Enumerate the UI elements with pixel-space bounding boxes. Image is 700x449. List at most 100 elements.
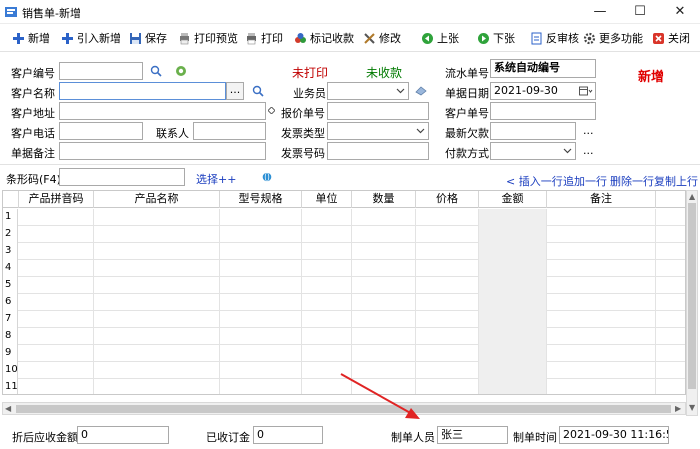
grid-cell[interactable] xyxy=(19,345,94,362)
unaudit-button[interactable]: 反审核 xyxy=(530,29,579,47)
grid-cell[interactable] xyxy=(19,311,94,328)
grid-cell[interactable] xyxy=(416,345,479,362)
grid-cell[interactable] xyxy=(19,226,94,243)
grid-cell[interactable] xyxy=(352,294,416,311)
grid-cell[interactable] xyxy=(416,260,479,277)
select-products-link[interactable]: 选择++ xyxy=(196,171,236,187)
grid-cell[interactable] xyxy=(94,328,220,345)
grid-cell[interactable] xyxy=(19,362,94,379)
grid-cell[interactable] xyxy=(479,294,547,311)
horizontal-scroll-thumb[interactable] xyxy=(16,405,671,413)
grid-cell[interactable] xyxy=(416,209,479,226)
customer-code-input[interactable] xyxy=(59,62,143,80)
search-icon[interactable] xyxy=(150,65,162,77)
grid-cell[interactable] xyxy=(352,226,416,243)
mark-collection-button[interactable]: 标记收款 xyxy=(294,29,354,47)
table-row[interactable]: 6 xyxy=(3,294,685,311)
grid-cell[interactable] xyxy=(416,243,479,260)
grid-cell[interactable] xyxy=(352,345,416,362)
column-header[interactable]: 型号规格 xyxy=(220,191,302,208)
grid-cell[interactable] xyxy=(94,311,220,328)
close-window-button[interactable]: ✕ xyxy=(660,0,700,24)
grid-cell[interactable] xyxy=(302,328,352,345)
table-row[interactable]: 11 xyxy=(3,379,685,394)
maximize-button[interactable]: ☐ xyxy=(620,0,660,24)
grid-cell[interactable] xyxy=(19,243,94,260)
date-picker[interactable]: 2021-09-30 xyxy=(490,82,596,100)
copy-row-link[interactable]: 复制上行 xyxy=(654,173,698,189)
grid-cell[interactable] xyxy=(547,260,656,277)
grid-cell[interactable] xyxy=(352,260,416,277)
grid-cell[interactable] xyxy=(416,226,479,243)
deposit-input[interactable]: 0 xyxy=(253,426,323,444)
product-grid[interactable]: 产品拼音码 产品名称 型号规格 单位 数量 价格 金额 备注 123456789… xyxy=(2,190,686,395)
grid-cell[interactable] xyxy=(220,328,302,345)
payment-more-button[interactable]: ... xyxy=(583,144,594,157)
customer-name-picker-button[interactable]: ... xyxy=(226,82,244,100)
grid-cell[interactable] xyxy=(352,277,416,294)
grid-cell[interactable] xyxy=(220,243,302,260)
grid-cell[interactable] xyxy=(547,311,656,328)
latest-debt-input[interactable] xyxy=(490,122,576,140)
print-button[interactable]: 打印 xyxy=(245,29,283,47)
latest-debt-more-button[interactable]: ... xyxy=(583,124,594,137)
grid-cell[interactable] xyxy=(547,328,656,345)
column-header[interactable]: 金额 xyxy=(479,191,547,208)
grid-cell[interactable] xyxy=(94,243,220,260)
column-header[interactable]: 单位 xyxy=(302,191,352,208)
grid-cell[interactable] xyxy=(302,362,352,379)
salesperson-select[interactable] xyxy=(327,82,409,100)
invoice-type-select[interactable] xyxy=(327,122,429,140)
search-icon[interactable] xyxy=(252,85,264,97)
grid-cell[interactable] xyxy=(220,277,302,294)
grid-cell[interactable] xyxy=(19,328,94,345)
insert-row-link[interactable]: < 插入一行 xyxy=(506,173,563,189)
grid-cell[interactable] xyxy=(547,294,656,311)
table-row[interactable]: 7 xyxy=(3,311,685,328)
grid-cell[interactable] xyxy=(302,243,352,260)
column-header[interactable]: 价格 xyxy=(416,191,479,208)
grid-cell[interactable] xyxy=(302,311,352,328)
grid-cell[interactable] xyxy=(479,226,547,243)
close-button[interactable]: 关闭 xyxy=(652,29,690,47)
grid-cell[interactable] xyxy=(94,379,220,394)
grid-cell[interactable] xyxy=(220,209,302,226)
print-preview-button[interactable]: 打印预览 xyxy=(178,29,238,47)
grid-cell[interactable] xyxy=(302,260,352,277)
more-functions-button[interactable]: 更多功能 xyxy=(583,29,643,47)
make-time-input[interactable]: 2021-09-30 11:16:52 xyxy=(559,426,669,444)
grid-cell[interactable] xyxy=(416,294,479,311)
grid-cell[interactable] xyxy=(416,362,479,379)
remark-input[interactable] xyxy=(59,142,266,160)
grid-cell[interactable] xyxy=(19,277,94,294)
table-row[interactable]: 5 xyxy=(3,277,685,294)
grid-cell[interactable] xyxy=(19,294,94,311)
grid-cell[interactable] xyxy=(479,362,547,379)
scroll-right-icon[interactable]: ▶ xyxy=(675,404,681,414)
grid-cell[interactable] xyxy=(94,362,220,379)
grid-cell[interactable] xyxy=(94,294,220,311)
column-header[interactable]: 产品名称 xyxy=(94,191,220,208)
serial-no-input[interactable]: 系统自动编号 xyxy=(490,59,596,78)
grid-cell[interactable] xyxy=(220,311,302,328)
discount-amount-input[interactable]: 0 xyxy=(77,426,169,444)
table-row[interactable]: 2 xyxy=(3,226,685,243)
grid-cell[interactable] xyxy=(479,260,547,277)
grid-cell[interactable] xyxy=(94,345,220,362)
column-header[interactable]: 数量 xyxy=(352,191,416,208)
vertical-scroll-thumb[interactable] xyxy=(688,203,696,389)
invoice-no-input[interactable] xyxy=(327,142,429,160)
column-header[interactable]: 备注 xyxy=(547,191,656,208)
grid-cell[interactable] xyxy=(302,209,352,226)
barcode-input[interactable] xyxy=(59,168,185,186)
globe-icon[interactable] xyxy=(262,172,272,182)
grid-cell[interactable] xyxy=(479,209,547,226)
vertical-scrollbar[interactable]: ▲ ▼ xyxy=(686,190,698,416)
minimize-button[interactable]: — xyxy=(580,0,620,24)
grid-cell[interactable] xyxy=(547,209,656,226)
grid-cell[interactable] xyxy=(220,362,302,379)
grid-cell[interactable] xyxy=(479,345,547,362)
grid-cell[interactable] xyxy=(547,345,656,362)
grid-cell[interactable] xyxy=(416,277,479,294)
customer-order-input[interactable] xyxy=(490,102,596,120)
